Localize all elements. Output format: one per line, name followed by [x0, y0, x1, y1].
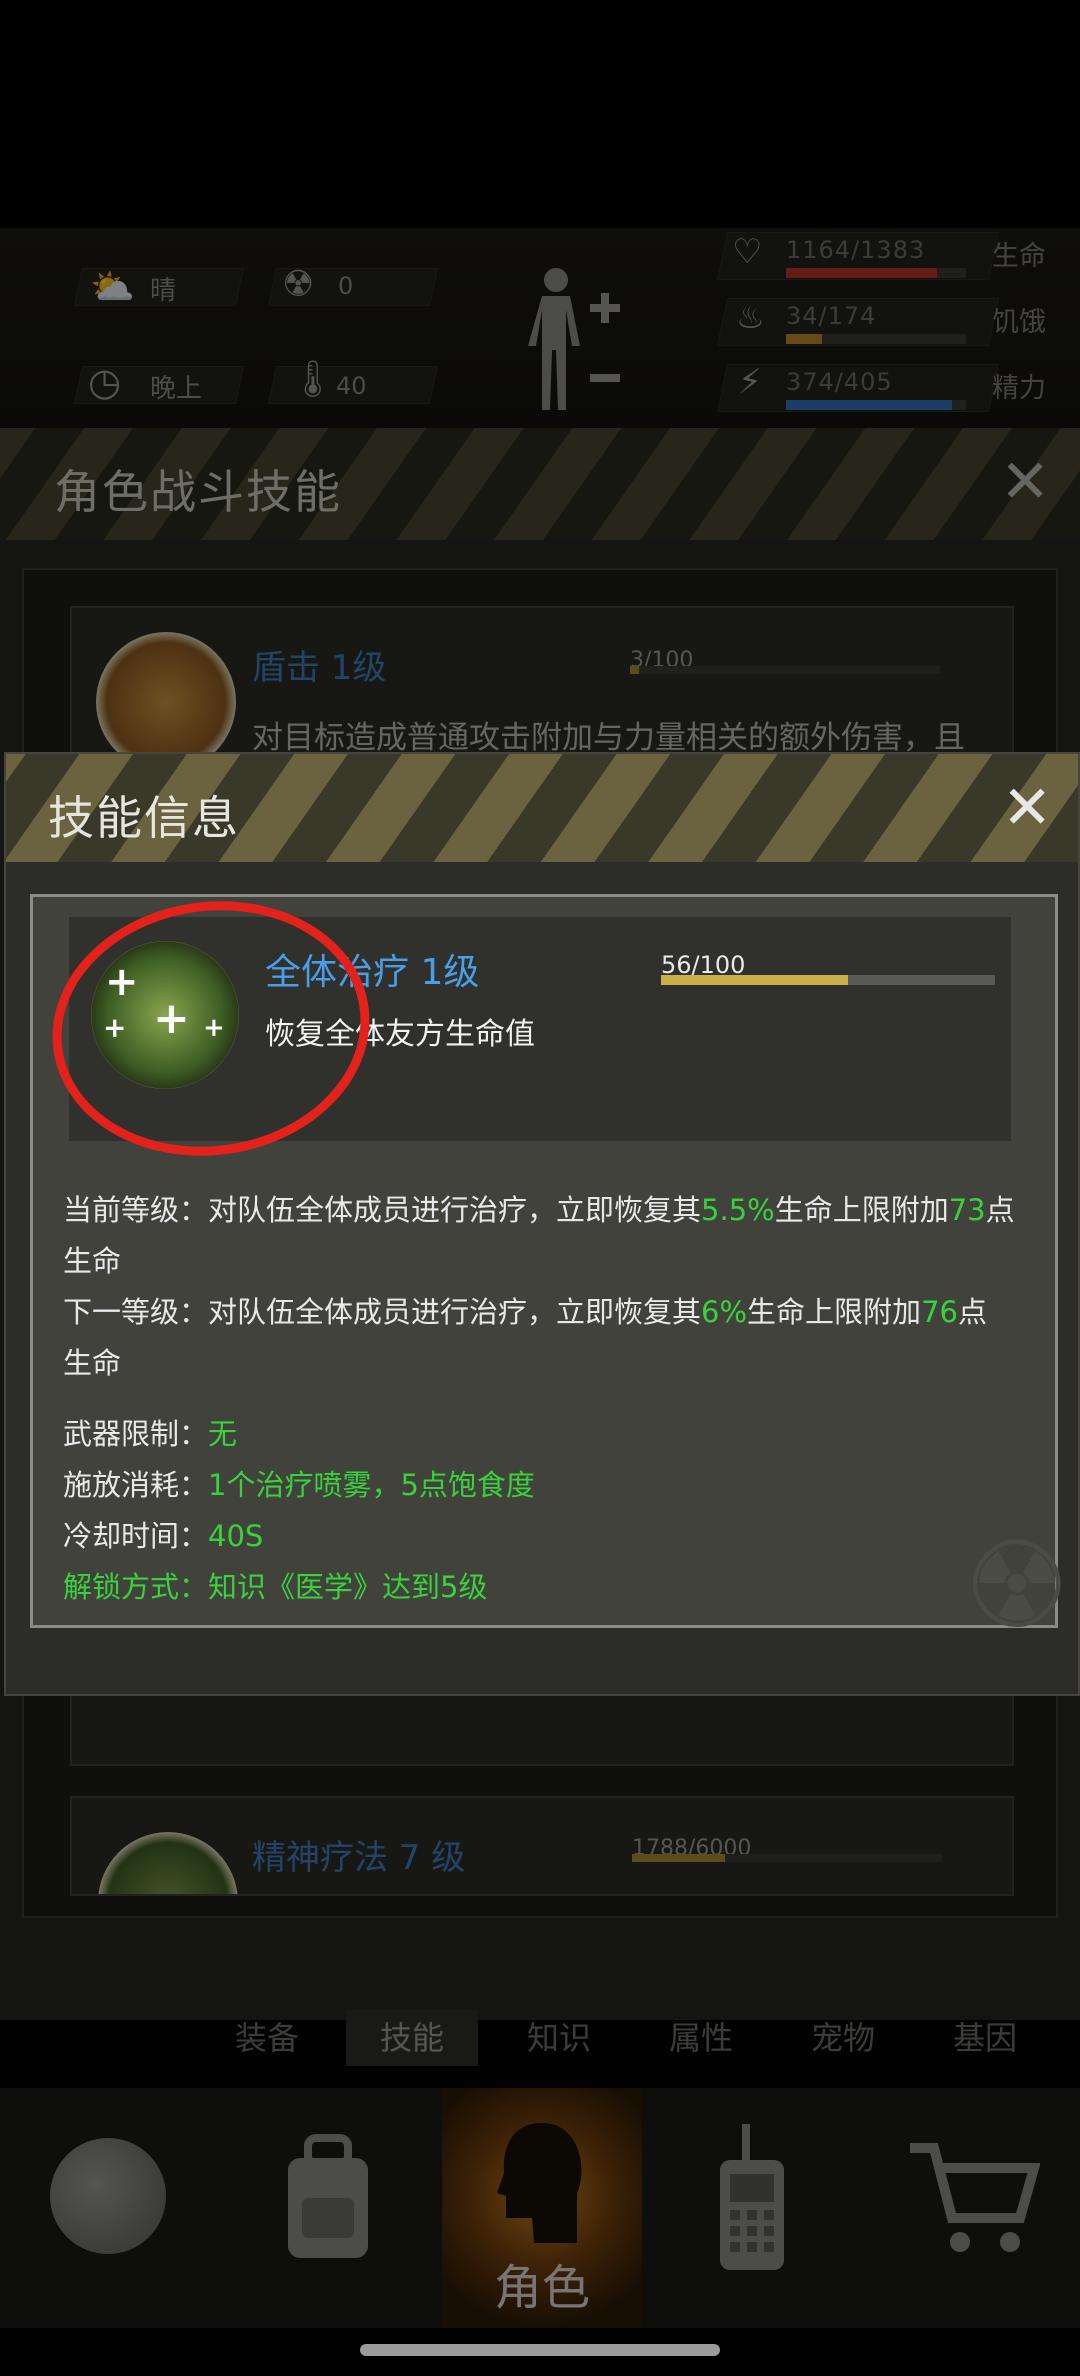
current-level-pct: 5.5% [701, 1193, 775, 1227]
cooldown-label: 冷却时间： [63, 1519, 209, 1553]
current-level-text: 生命 [63, 1244, 122, 1278]
cast-cost-row: 施放消耗：1个治疗喷雾，5点饱食度 [63, 1460, 535, 1511]
next-level-text: 点 [957, 1295, 987, 1329]
weapon-limit-row: 武器限制：无 [63, 1409, 237, 1460]
weapon-limit-label: 武器限制： [63, 1417, 209, 1451]
next-level-desc: 下一等级：对队伍全体成员进行治疗，立即恢复其6%生命上限附加76点生命 [63, 1287, 1023, 1389]
cooldown-value: 40S [208, 1519, 264, 1553]
radiation-watermark-icon: ☢ [963, 1517, 1071, 1656]
home-indicator[interactable] [360, 2344, 720, 2356]
unlock-label: 解锁方式： [63, 1570, 209, 1604]
current-level-text: 生命上限附加 [774, 1193, 949, 1227]
unlock-row: 解锁方式：知识《医学》达到5级 [63, 1562, 487, 1613]
cast-cost-value: 1个治疗喷雾，5点饱食度 [208, 1468, 535, 1502]
current-level-num: 73 [948, 1193, 986, 1227]
unlock-value: 知识《医学》达到5级 [208, 1570, 488, 1604]
next-level-num: 76 [921, 1295, 958, 1329]
skill-progress-bar-fill [661, 975, 849, 985]
weapon-limit-value: 无 [208, 1417, 238, 1451]
next-level-text: 对队伍全体成员进行治疗，立即恢复其 [208, 1295, 702, 1329]
skill-info-dialog: 技能信息 ✕ + + + + 全体治疗 1级 56/100 恢复全体友方生命值 … [4, 752, 1080, 1696]
current-level-desc: 当前等级：对队伍全体成员进行治疗，立即恢复其5.5%生命上限附加73点生命 [63, 1185, 1023, 1287]
skill-progress-bar [661, 975, 995, 985]
next-level-pct: 6% [701, 1295, 748, 1329]
current-level-label: 当前等级： [63, 1193, 209, 1227]
current-level-text: 点 [985, 1193, 1015, 1227]
dialog-close-icon[interactable]: ✕ [1002, 778, 1052, 838]
cast-cost-label: 施放消耗： [63, 1468, 209, 1502]
next-level-text: 生命 [63, 1346, 122, 1380]
next-level-label: 下一等级： [63, 1295, 209, 1329]
cooldown-row: 冷却时间：40S [63, 1511, 263, 1562]
current-level-text: 对队伍全体成员进行治疗，立即恢复其 [208, 1193, 702, 1227]
next-level-text: 生命上限附加 [747, 1295, 922, 1329]
dialog-title: 技能信息 [48, 791, 240, 845]
